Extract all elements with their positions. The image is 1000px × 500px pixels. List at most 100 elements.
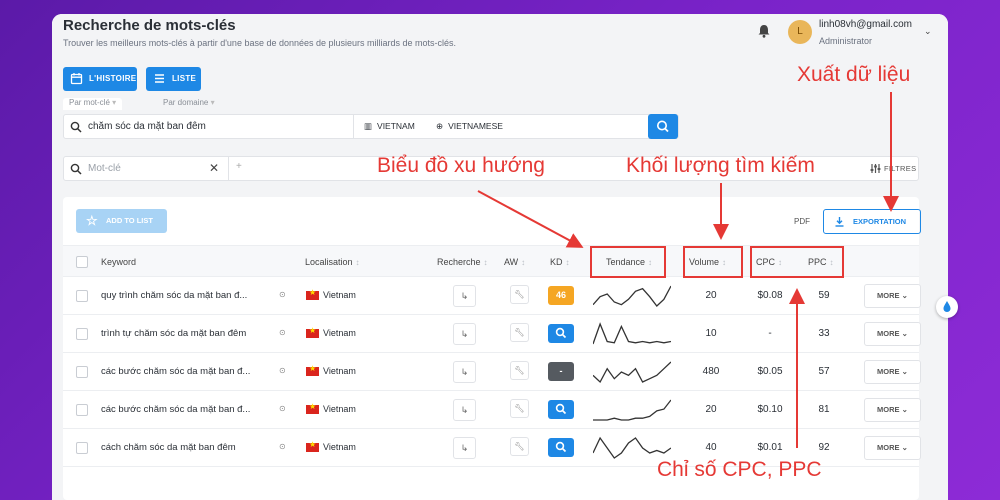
row-checkbox[interactable] [76, 328, 88, 340]
kd-badge[interactable]: - [548, 362, 574, 381]
trend-sparkline [593, 399, 671, 421]
avatar[interactable]: L [788, 20, 812, 44]
help-widget[interactable] [936, 296, 958, 318]
list-button[interactable]: LISTE [146, 67, 201, 91]
table-row[interactable]: các bước chăm sóc da mặt ban đ... ⊙ Viet… [63, 353, 921, 391]
keyword-cell[interactable]: các bước chăm sóc da mặt ban đ... [101, 366, 250, 377]
keyword-cell[interactable]: cách chăm sóc da mặt ban đêm [101, 442, 236, 453]
language-select[interactable]: ⊕ VIETNAMESE [436, 121, 503, 132]
col-kd[interactable]: KD ↕ [550, 257, 570, 267]
kd-badge[interactable] [548, 438, 574, 457]
info-icon[interactable]: ⊙ [279, 442, 286, 451]
history-button-label: L'HISTOIRE [89, 74, 137, 83]
keyword-search-bar: chăm sóc da mặt ban đêm ▥ VIETNAM ⊕ VIETNA… [63, 114, 679, 139]
kd-badge[interactable] [548, 400, 574, 419]
wrench-icon[interactable]: 🔧︎ [510, 285, 529, 304]
search-icon [70, 121, 82, 133]
info-icon[interactable]: ⊙ [279, 404, 286, 413]
export-label: EXPORTATION [853, 217, 907, 226]
page-title: Recherche de mots-clés [63, 17, 236, 34]
tab-by-keyword[interactable]: Par mot-clé ▾ [63, 98, 123, 110]
search-icon [555, 403, 567, 415]
keyword-cell[interactable]: trình tự chăm sóc da mặt ban đêm [101, 328, 246, 339]
search-serp-button[interactable]: ↳ [453, 361, 476, 383]
calendar-icon [70, 73, 83, 85]
search-serp-button[interactable]: ↳ [453, 399, 476, 421]
volume-cell: 480 [702, 366, 720, 377]
add-filter-icon[interactable]: + [236, 161, 242, 172]
chevron-down-icon: ⌄ [901, 291, 908, 300]
col-search[interactable]: Recherche ↕ [437, 257, 488, 267]
col-keyword[interactable]: Keyword [101, 257, 136, 267]
flag-vietnam-icon [306, 402, 319, 414]
kd-badge[interactable] [548, 324, 574, 343]
table-row[interactable]: trình tự chăm sóc da mặt ban đêm ⊙ Vietn… [63, 315, 921, 353]
annotation-box-cpc-ppc [750, 246, 844, 278]
keyword-filter-input[interactable]: Mot-clé ✕ [64, 157, 229, 180]
sliders-icon [870, 164, 881, 173]
add-to-list-button[interactable]: ☆ ADD TO LIST [76, 209, 167, 233]
user-email[interactable]: linh08vh@gmail.com [819, 19, 912, 30]
location-cell: Vietnam [323, 404, 356, 414]
row-checkbox[interactable] [76, 366, 88, 378]
search-serp-button[interactable]: ↳ [453, 285, 476, 307]
more-button[interactable]: MORE ⌄ [864, 360, 921, 384]
more-button[interactable]: MORE ⌄ [864, 284, 921, 308]
cpc-cell: - [768, 328, 772, 339]
kd-value: 46 [555, 290, 566, 300]
wrench-icon[interactable]: 🔧︎ [510, 361, 529, 380]
table-row[interactable]: quy trình chăm sóc da mặt ban đ... ⊙ Vie… [63, 277, 921, 315]
more-button[interactable]: MORE ⌄ [864, 436, 921, 460]
search-serp-button[interactable]: ↳ [453, 437, 476, 459]
annotation-box-trend [590, 246, 666, 278]
row-checkbox[interactable] [76, 442, 88, 454]
select-all-checkbox[interactable] [76, 256, 88, 268]
volume-cell: 40 [705, 442, 717, 453]
pdf-button[interactable]: PDF [794, 217, 810, 226]
search-button[interactable] [648, 114, 678, 139]
search-serp-button[interactable]: ↳ [453, 323, 476, 345]
col-aw[interactable]: AW ↕ [504, 257, 525, 267]
table-row[interactable]: các bước chăm sóc da mặt ban đ... ⊙ Viet… [63, 391, 921, 429]
kd-badge[interactable]: 46 [548, 286, 574, 305]
chevron-down-icon[interactable]: ⌄ [924, 26, 932, 37]
search-icon [555, 441, 567, 453]
history-button[interactable]: L'HISTOIRE [63, 67, 137, 91]
trend-sparkline [593, 361, 671, 384]
search-input[interactable]: chăm sóc da mặt ban đêm [88, 121, 206, 132]
wrench-icon[interactable]: 🔧︎ [510, 399, 529, 418]
keyword-cell[interactable]: các bước chăm sóc da mặt ban đ... [101, 404, 250, 415]
row-checkbox[interactable] [76, 404, 88, 416]
location-cell: Vietnam [323, 442, 356, 452]
download-icon [835, 217, 844, 227]
more-button[interactable]: MORE ⌄ [864, 398, 921, 422]
map-icon: ▥ [364, 121, 373, 131]
cpc-cell: $0.10 [757, 404, 783, 415]
filter-placeholder: Mot-clé [88, 163, 121, 174]
flag-vietnam-icon [306, 326, 319, 338]
filters-button[interactable]: FILTRES [884, 164, 916, 173]
bell-icon[interactable] [757, 24, 771, 38]
page-subtitle: Trouver les meilleurs mots-clés à partir… [63, 38, 457, 48]
cpc-cell: $0.01 [757, 442, 783, 453]
flag-vietnam-icon [306, 440, 319, 452]
wrench-icon[interactable]: 🔧︎ [510, 323, 529, 342]
search-icon [70, 163, 82, 175]
export-button[interactable]: EXPORTATION [823, 209, 921, 234]
close-icon[interactable]: ✕ [209, 161, 219, 175]
info-icon[interactable]: ⊙ [279, 290, 286, 299]
tab-by-domain[interactable]: Par domaine ▾ [163, 98, 215, 107]
keyword-cell[interactable]: quy trình chăm sóc da mặt ban đ... [101, 290, 247, 301]
col-location[interactable]: Localisation ↕ [305, 257, 360, 267]
annotation-volume: Khối lượng tìm kiếm [626, 154, 815, 177]
info-icon[interactable]: ⊙ [279, 366, 286, 375]
more-button[interactable]: MORE ⌄ [864, 322, 921, 346]
location-cell: Vietnam [323, 328, 356, 338]
row-checkbox[interactable] [76, 290, 88, 302]
country-select[interactable]: ▥ VIETNAM [364, 121, 415, 132]
list-button-label: LISTE [172, 74, 197, 83]
location-cell: Vietnam [323, 366, 356, 376]
wrench-icon[interactable]: 🔧︎ [510, 437, 529, 456]
flag-vietnam-icon [306, 364, 319, 376]
info-icon[interactable]: ⊙ [279, 328, 286, 337]
